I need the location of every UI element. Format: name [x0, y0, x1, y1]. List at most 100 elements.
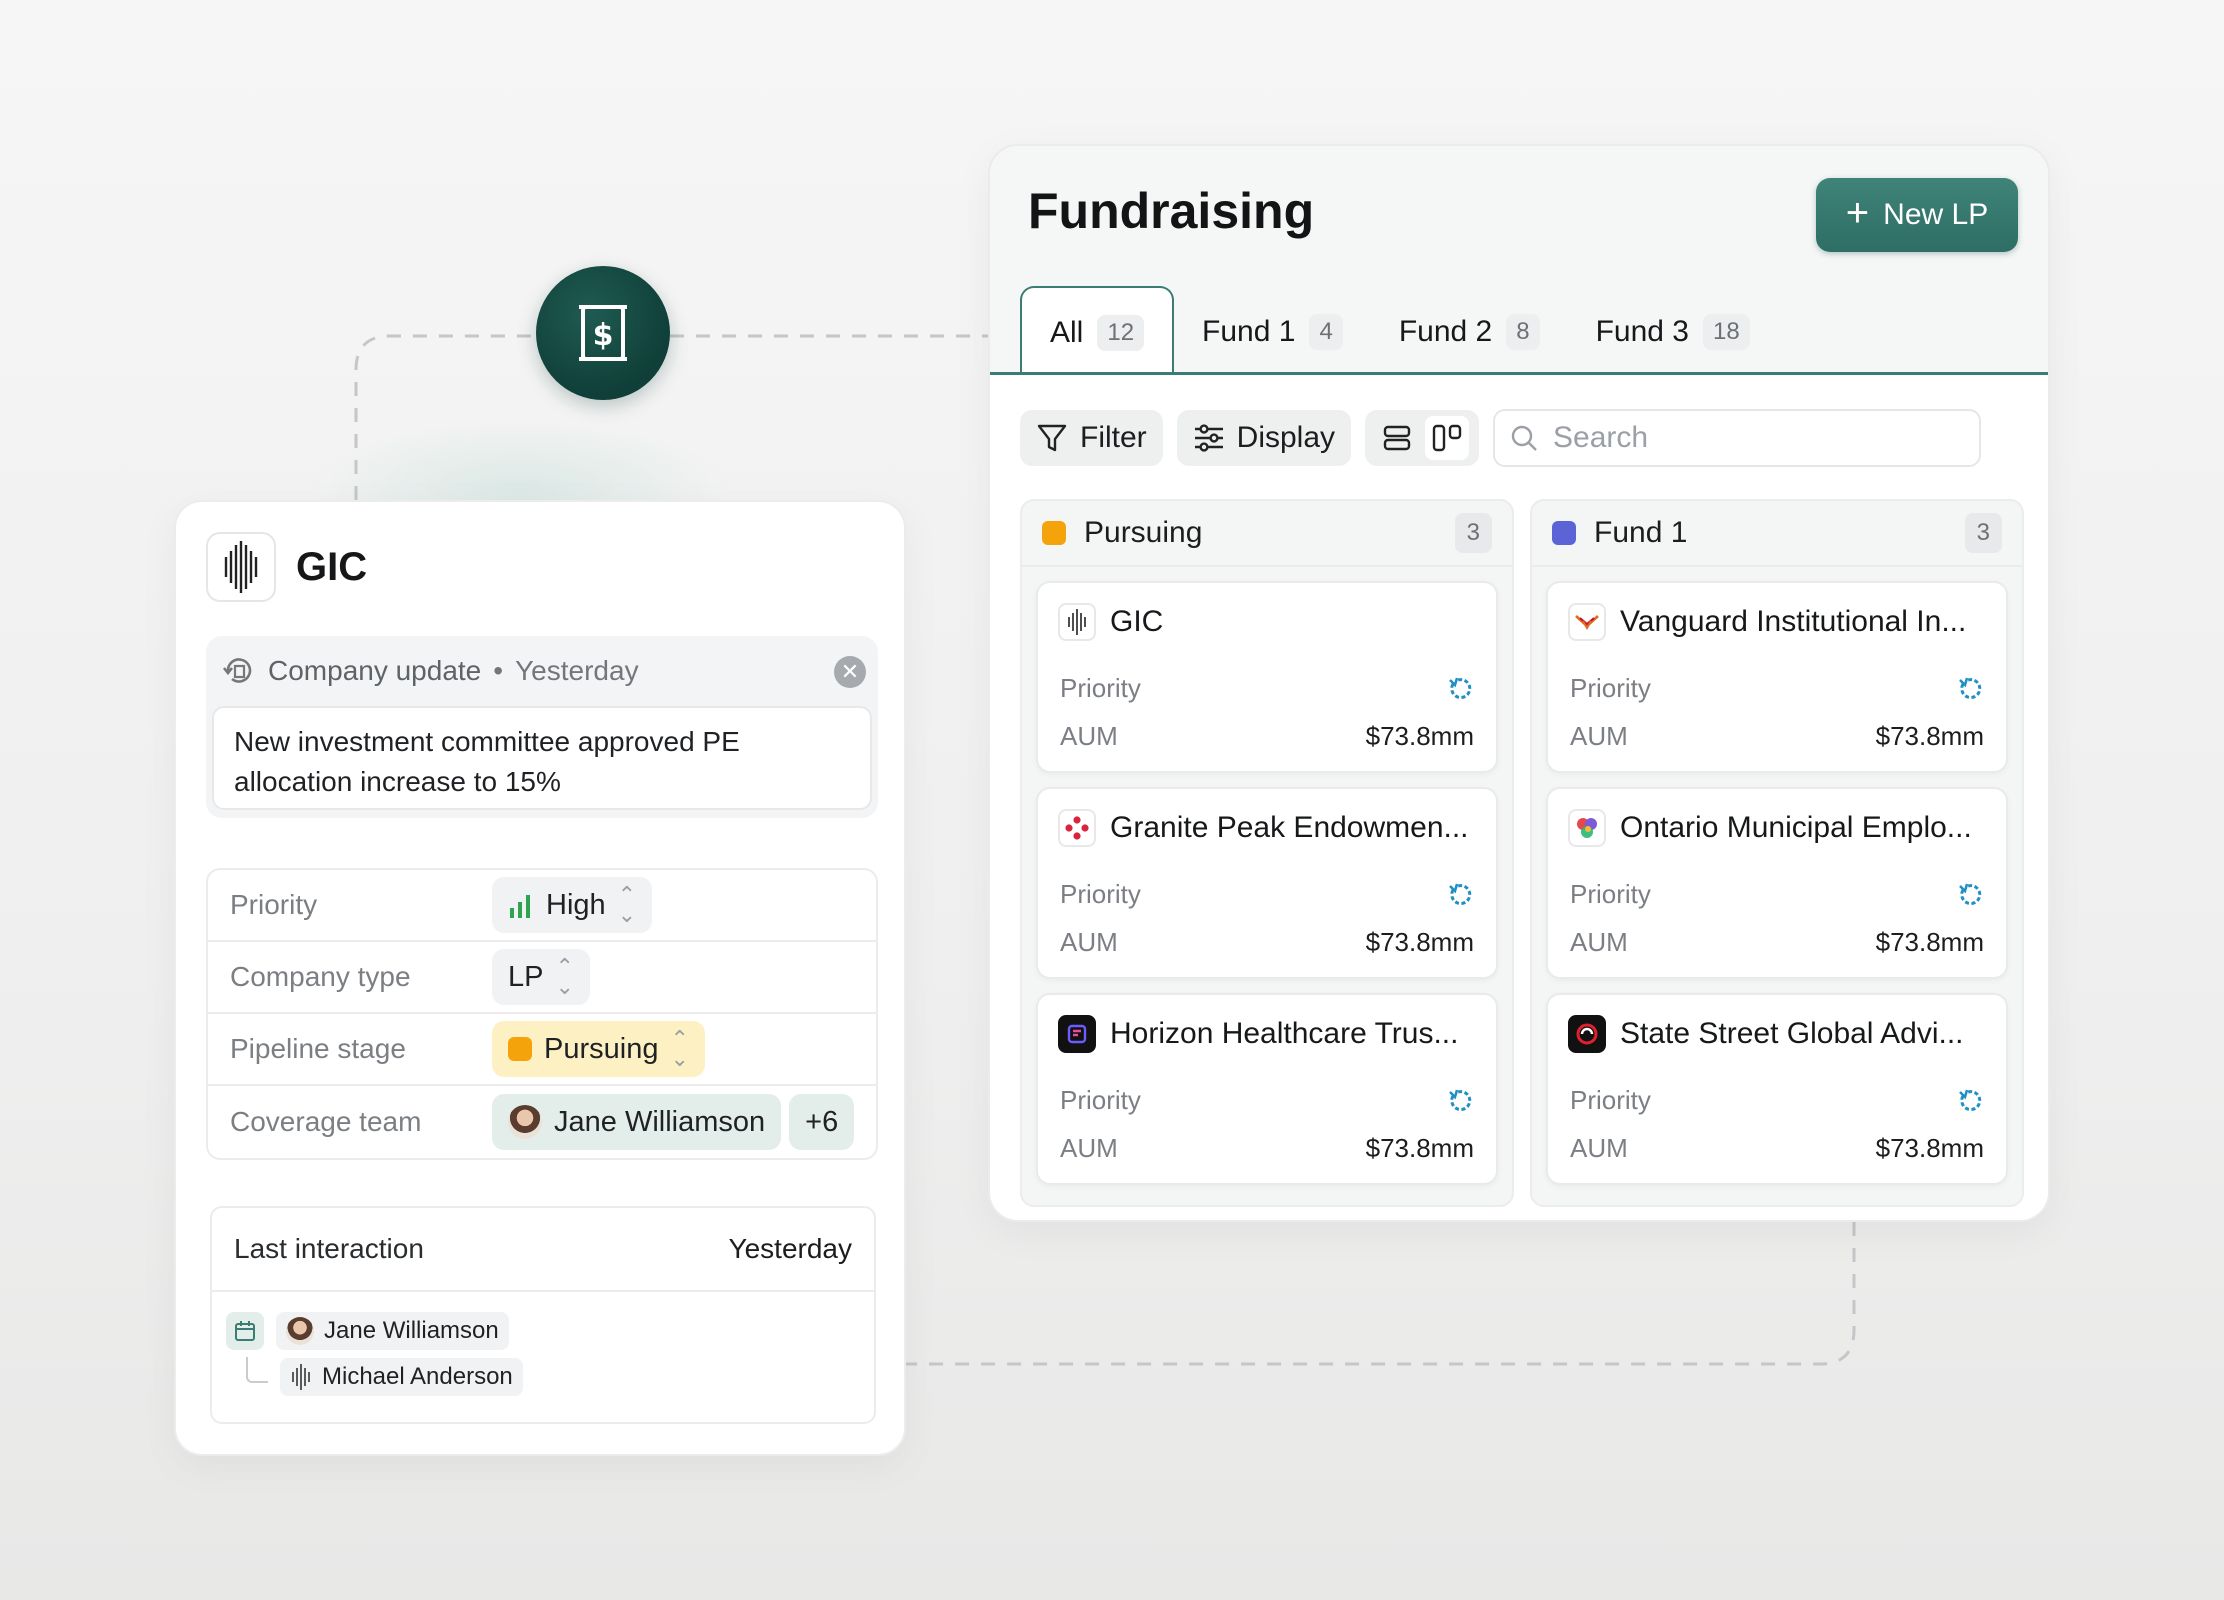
card-name: Horizon Healthcare Trus... [1110, 1017, 1459, 1050]
card-priority-row: Priority [1570, 879, 1984, 910]
card-priority-row: Priority [1060, 673, 1474, 704]
tab-fund-2[interactable]: Fund 2 8 [1371, 288, 1568, 376]
column-title: Fund 1 [1594, 516, 1688, 549]
avatar [508, 1105, 542, 1139]
update-body: New investment committee approved PE all… [212, 706, 872, 810]
lp-card[interactable]: Ontario Municipal Emplo... Priority AUM … [1546, 787, 2008, 979]
aum-label: AUM [1060, 721, 1118, 751]
property-label: Priority [230, 889, 318, 920]
column-title: Pursuing [1084, 516, 1203, 549]
lp-card[interactable]: GIC Priority AUM $73.8mm [1036, 581, 1498, 773]
card-title: Vanguard Institutional In... [1568, 603, 1966, 641]
properties-table: Priority High ⌃ ⌄ Company type LP ⌃ ⌄ Pipe… [206, 868, 878, 1160]
card-name: State Street Global Advi... [1620, 1017, 1964, 1050]
pipeline-stage-value: Pursuing [544, 1032, 659, 1065]
card-priority-row: Priority [1570, 1085, 1984, 1116]
tab-count: 18 [1702, 314, 1750, 350]
priority-select[interactable]: High ⌃ ⌄ [492, 877, 653, 933]
lp-card[interactable]: Vanguard Institutional In... Priority AU… [1546, 581, 2008, 773]
person-name: Michael Anderson [322, 1363, 513, 1390]
close-icon[interactable]: ✕ [834, 656, 866, 688]
gic-logo-icon [206, 532, 276, 602]
priority-label: Priority [1060, 673, 1141, 703]
tab-label: Fund 2 [1398, 315, 1493, 348]
pipeline-column-fund-1: Fund 1 3 Vanguard Institutional In... Pr… [1530, 499, 2024, 1207]
red-dots-logo-icon [1058, 809, 1096, 847]
card-aum-row: AUM $73.8mm [1060, 927, 1474, 958]
card-list: GIC Priority AUM $73.8mm Granite Peak En… [1022, 567, 1512, 1185]
page-title: Fundraising [1028, 183, 1315, 239]
sliders-icon [1194, 424, 1223, 452]
coverage-more-chip[interactable]: +6 [789, 1094, 855, 1150]
person-chip[interactable]: Michael Anderson [280, 1358, 523, 1396]
plus-icon: + [1845, 191, 1870, 235]
tab-all[interactable]: All 12 [1020, 286, 1175, 378]
update-time: Yesterday [515, 655, 639, 686]
priority-status-icon [1449, 677, 1472, 699]
company-update-header: Company update • Yesterday [222, 654, 639, 688]
search-placeholder: Search [1553, 421, 1649, 454]
property-label: Coverage team [230, 1106, 422, 1137]
lp-card[interactable]: Granite Peak Endowmen... Priority AUM $7… [1036, 787, 1498, 979]
update-label: Company update [268, 655, 482, 686]
tab-label: All [1050, 316, 1084, 349]
aum-label: AUM [1570, 721, 1628, 751]
coverage-member-name: Jane Williamson [554, 1105, 766, 1138]
tab-count: 8 [1506, 314, 1540, 350]
state-street-logo-icon [1568, 1015, 1606, 1053]
lp-card[interactable]: Horizon Healthcare Trus... Priority AUM … [1036, 993, 1498, 1185]
aum-value: $73.8mm [1875, 1133, 1984, 1163]
company-header: GIC [206, 532, 367, 602]
display-button[interactable]: Display [1176, 410, 1352, 466]
last-interaction-value: Yesterday [728, 1233, 853, 1264]
last-interaction-header: Last interaction Yesterday [212, 1208, 874, 1292]
search-input[interactable]: Search [1493, 409, 1982, 467]
priority-label: Priority [1060, 1085, 1141, 1115]
card-title: State Street Global Advi... [1568, 1015, 1964, 1053]
company-detail-card: GIC Company update • Yesterday ✕ New inv… [174, 500, 906, 1456]
aum-label: AUM [1570, 927, 1628, 957]
company-title: GIC [296, 544, 368, 589]
tab-fund-1[interactable]: Fund 1 4 [1174, 288, 1371, 376]
aum-value: $73.8mm [1875, 927, 1984, 957]
person-chip[interactable]: Jane Williamson [276, 1312, 509, 1350]
refresh-building-icon [222, 658, 252, 683]
chevron-updown-icon: ⌃ ⌄ [617, 882, 637, 927]
new-lp-button[interactable]: + New LP [1816, 178, 2018, 252]
card-name: Ontario Municipal Emplo... [1620, 811, 1972, 844]
column-color-dot [1552, 521, 1576, 545]
pipeline-column-pursuing: Pursuing 3 GIC Priority AUM $73.8mm Gran… [1020, 499, 1514, 1207]
column-count: 3 [1454, 513, 1492, 553]
aum-value: $73.8mm [1365, 1133, 1474, 1163]
property-row-company-type: Company type LP ⌃ ⌄ [208, 942, 876, 1014]
aum-value: $73.8mm [1875, 721, 1984, 751]
card-title: Ontario Municipal Emplo... [1568, 809, 1972, 847]
card-name: Vanguard Institutional In... [1620, 605, 1967, 638]
tab-fund-3[interactable]: Fund 3 18 [1568, 288, 1778, 376]
card-name: GIC [1110, 605, 1164, 638]
view-toggle [1365, 410, 1480, 466]
column-count: 3 [1964, 513, 2002, 553]
pipeline-stage-select[interactable]: Pursuing ⌃ ⌄ [492, 1021, 705, 1077]
priority-value: High [546, 888, 606, 921]
aum-label: AUM [1060, 927, 1118, 957]
priority-status-icon [1449, 883, 1472, 905]
search-icon [1511, 425, 1537, 451]
tab-label: Fund 1 [1202, 315, 1296, 348]
lp-card[interactable]: State Street Global Advi... Priority AUM… [1546, 993, 2008, 1185]
property-label: Pipeline stage [230, 1033, 406, 1064]
tab-count: 4 [1309, 314, 1343, 350]
gic-logo-icon [292, 1364, 310, 1390]
fundraising-board: Fundraising + New LP All 12 Fund 1 4 Fun… [988, 144, 2050, 1222]
company-type-select[interactable]: LP ⌃ ⌄ [492, 949, 590, 1005]
company-update: Company update • Yesterday ✕ New investm… [206, 636, 878, 818]
coverage-member-chip[interactable]: Jane Williamson [492, 1094, 782, 1150]
card-list: Vanguard Institutional In... Priority AU… [1532, 567, 2022, 1185]
board-view-icon[interactable] [1425, 416, 1470, 460]
stage-color-dot [508, 1037, 532, 1061]
card-priority-row: Priority [1060, 879, 1474, 910]
filter-button[interactable]: Filter [1020, 410, 1163, 466]
last-interaction-label: Last interaction [234, 1233, 424, 1264]
tab-count: 12 [1097, 315, 1145, 351]
list-view-icon[interactable] [1375, 416, 1419, 460]
